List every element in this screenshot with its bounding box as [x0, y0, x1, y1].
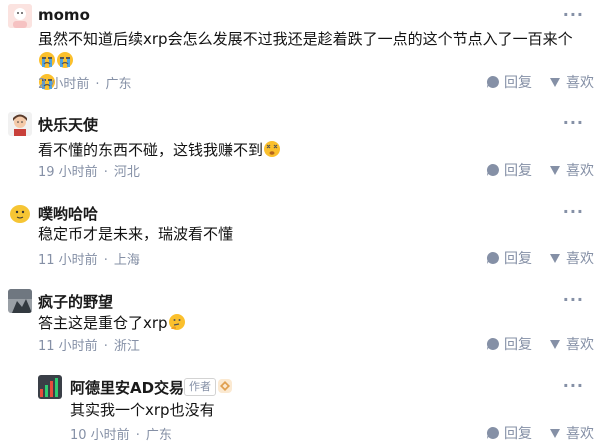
reply-label: 回复: [504, 251, 532, 267]
like-icon: [550, 429, 560, 438]
avatar[interactable]: [38, 375, 62, 399]
reply-icon: [486, 251, 499, 264]
comment-time: 10 小时前: [70, 428, 130, 443]
comment-time: 11 小时前: [38, 253, 98, 268]
comment-body: 看不懂的东西不碰，这钱我赚不到: [38, 141, 264, 159]
comment-body: 稳定币才是未来，瑞波看不懂: [38, 225, 234, 243]
reply-icon: [486, 426, 499, 439]
reply-label: 回复: [504, 426, 532, 442]
reply-label: 回复: [504, 337, 532, 353]
comment-time: 19 小时前: [38, 165, 98, 180]
comment-body: 虽然不知道后续xrp会怎么发展不过我还是趁着跌了一点的这个节点入了一百来个: [38, 30, 573, 48]
more-options-icon[interactable]: ···: [563, 378, 584, 394]
comment-location: 河北: [113, 165, 140, 180]
comment-text: 看不懂的东西不碰，这钱我赚不到: [38, 139, 593, 161]
comment-text: 稳定币才是未来，瑞波看不懂: [38, 223, 593, 245]
comment-meta: 11 小时前 · 浙江: [38, 335, 140, 354]
like-label: 喜欢: [566, 163, 594, 179]
comment-location: 广东: [105, 77, 132, 92]
thinking-face-icon: [168, 314, 185, 330]
dizzy-face-icon: [264, 141, 281, 157]
like-label: 喜欢: [566, 337, 594, 353]
comment-item: 噗哟哈哈 ··· 稳定币才是未来，瑞波看不懂 11 小时前 · 上海 回复 喜欢: [0, 195, 600, 275]
like-button[interactable]: 喜欢: [548, 160, 594, 180]
reply-button[interactable]: 回复: [486, 160, 532, 180]
separator-dot: ·: [103, 253, 108, 268]
more-options-icon[interactable]: ···: [563, 292, 584, 308]
comment-meta: 19 小时前 · 河北: [38, 161, 140, 180]
reply-button[interactable]: 回复: [486, 423, 532, 443]
avatar[interactable]: [8, 112, 32, 136]
crying-face-icon: [39, 52, 55, 68]
more-options-icon[interactable]: ···: [563, 204, 584, 220]
comment-time: 2 小时前: [38, 77, 90, 92]
reply-icon: [486, 337, 499, 350]
comment-body: 其实我一个xrp也没有: [70, 401, 215, 419]
separator-dot: ·: [135, 428, 140, 443]
reply-icon: [486, 163, 499, 176]
like-icon: [550, 340, 560, 349]
reply-label: 回复: [504, 75, 532, 91]
avatar[interactable]: [8, 201, 32, 225]
comment-author-name[interactable]: 疯子的野望: [38, 291, 113, 312]
more-options-icon[interactable]: ···: [563, 115, 584, 131]
comment-author-name[interactable]: momo: [38, 6, 90, 24]
comment-meta: 2 小时前 · 广东: [38, 73, 132, 92]
more-options-icon[interactable]: ···: [563, 7, 584, 23]
comment-item: 快乐天使 ··· 看不懂的东西不碰，这钱我赚不到 19 小时前 · 河北 回复 喜欢: [0, 106, 600, 186]
comment-author-name[interactable]: 阿德里安AD交易: [70, 377, 184, 398]
reply-button[interactable]: 回复: [486, 248, 532, 268]
reply-label: 回复: [504, 163, 532, 179]
comment-author-name[interactable]: 噗哟哈哈: [38, 203, 98, 224]
comment-meta: 11 小时前 · 上海: [38, 249, 140, 268]
like-label: 喜欢: [566, 251, 594, 267]
like-icon: [550, 78, 560, 87]
avatar[interactable]: [8, 289, 32, 313]
reply-button[interactable]: 回复: [486, 72, 532, 92]
crying-face-icon: [57, 52, 73, 68]
reply-button[interactable]: 回复: [486, 334, 532, 354]
like-label: 喜欢: [566, 75, 594, 91]
separator-dot: ·: [103, 165, 108, 180]
like-button[interactable]: 喜欢: [548, 72, 594, 92]
author-tag: 作者: [184, 378, 216, 396]
comment-item: momo ··· 虽然不知道后续xrp会怎么发展不过我还是趁着跌了一点的这个节点…: [0, 0, 600, 98]
comment-item: 疯子的野望 ··· 答主这是重仓了xrp 11 小时前 · 浙江 回复 喜欢: [0, 283, 600, 361]
comment-location: 浙江: [113, 339, 140, 354]
like-button[interactable]: 喜欢: [548, 423, 594, 443]
separator-dot: ·: [95, 77, 100, 92]
comment-author-name[interactable]: 快乐天使: [38, 114, 98, 135]
comment-location: 上海: [113, 253, 140, 268]
comment-body: 答主这是重仓了xrp: [38, 314, 168, 332]
reply-item: 阿德里安AD交易 作者 ··· 其实我一个xrp也没有 10 小时前 · 广东 回复…: [0, 369, 600, 446]
comment-time: 11 小时前: [38, 339, 98, 354]
avatar[interactable]: [8, 4, 32, 28]
like-button[interactable]: 喜欢: [548, 248, 594, 268]
like-button[interactable]: 喜欢: [548, 334, 594, 354]
reply-icon: [486, 75, 499, 88]
comment-text: 其实我一个xrp也没有: [70, 399, 590, 421]
comment-text: 答主这是重仓了xrp: [38, 312, 593, 334]
creator-badge-icon: [218, 379, 232, 393]
like-icon: [550, 166, 560, 175]
like-label: 喜欢: [566, 426, 594, 442]
comment-location: 广东: [145, 428, 172, 443]
like-icon: [550, 254, 560, 263]
comment-meta: 10 小时前 · 广东: [70, 424, 172, 443]
separator-dot: ·: [103, 339, 108, 354]
